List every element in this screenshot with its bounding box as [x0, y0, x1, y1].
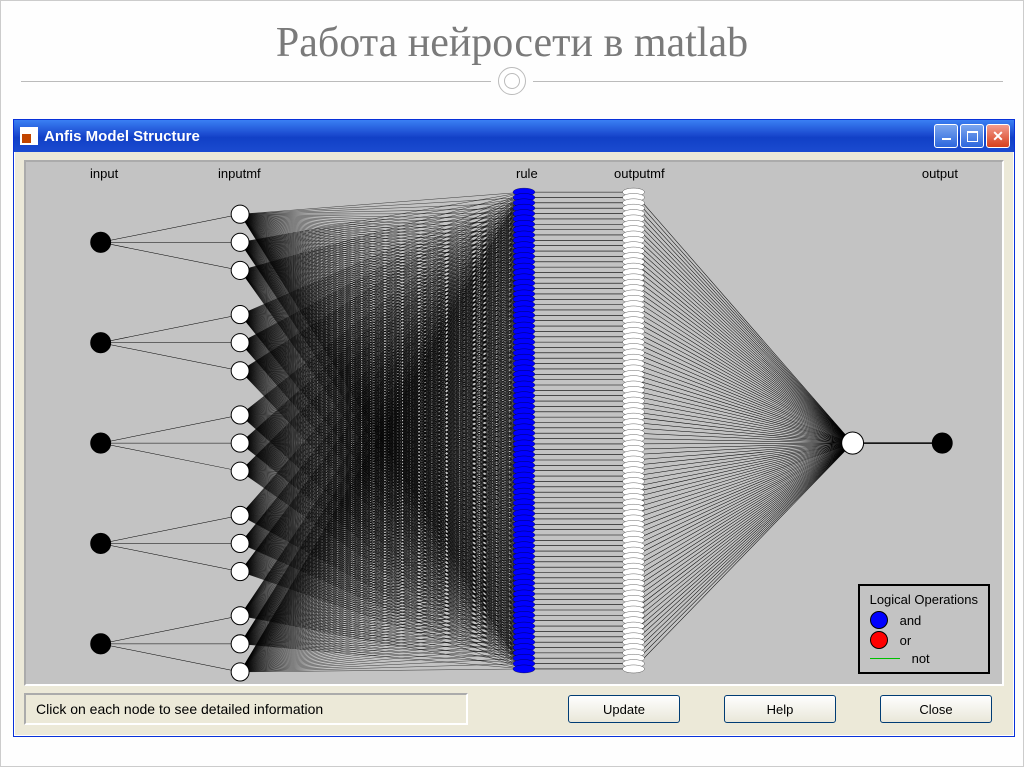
legend-label-not: not	[912, 651, 930, 666]
slide-ornament	[1, 67, 1023, 95]
legend-box: Logical Operations and or not	[858, 584, 990, 674]
window-titlebar[interactable]: Anfis Model Structure ✕	[14, 120, 1014, 152]
help-button[interactable]: Help	[724, 695, 836, 723]
legend-label-or: or	[900, 633, 912, 648]
network-canvas[interactable]: input inputmf rule outputmf output Logic…	[24, 160, 1004, 686]
legend-swatch-not	[870, 658, 900, 659]
window-title: Anfis Model Structure	[44, 128, 934, 145]
matlab-window: Anfis Model Structure ✕ input inputmf ru…	[13, 119, 1015, 737]
minimize-button[interactable]	[934, 124, 958, 148]
slide-title: Работа нейросети в matlab	[1, 19, 1023, 67]
update-button[interactable]: Update	[568, 695, 680, 723]
matlab-icon	[20, 127, 38, 145]
close-button[interactable]: Close	[880, 695, 992, 723]
legend-title: Logical Operations	[870, 592, 978, 607]
legend-swatch-and	[870, 611, 888, 629]
legend-swatch-or	[870, 631, 888, 649]
maximize-button[interactable]	[960, 124, 984, 148]
info-text: Click on each node to see detailed infor…	[24, 693, 468, 725]
legend-label-and: and	[900, 613, 922, 628]
window-close-button[interactable]: ✕	[986, 124, 1010, 148]
network-diagram[interactable]	[26, 162, 1002, 684]
